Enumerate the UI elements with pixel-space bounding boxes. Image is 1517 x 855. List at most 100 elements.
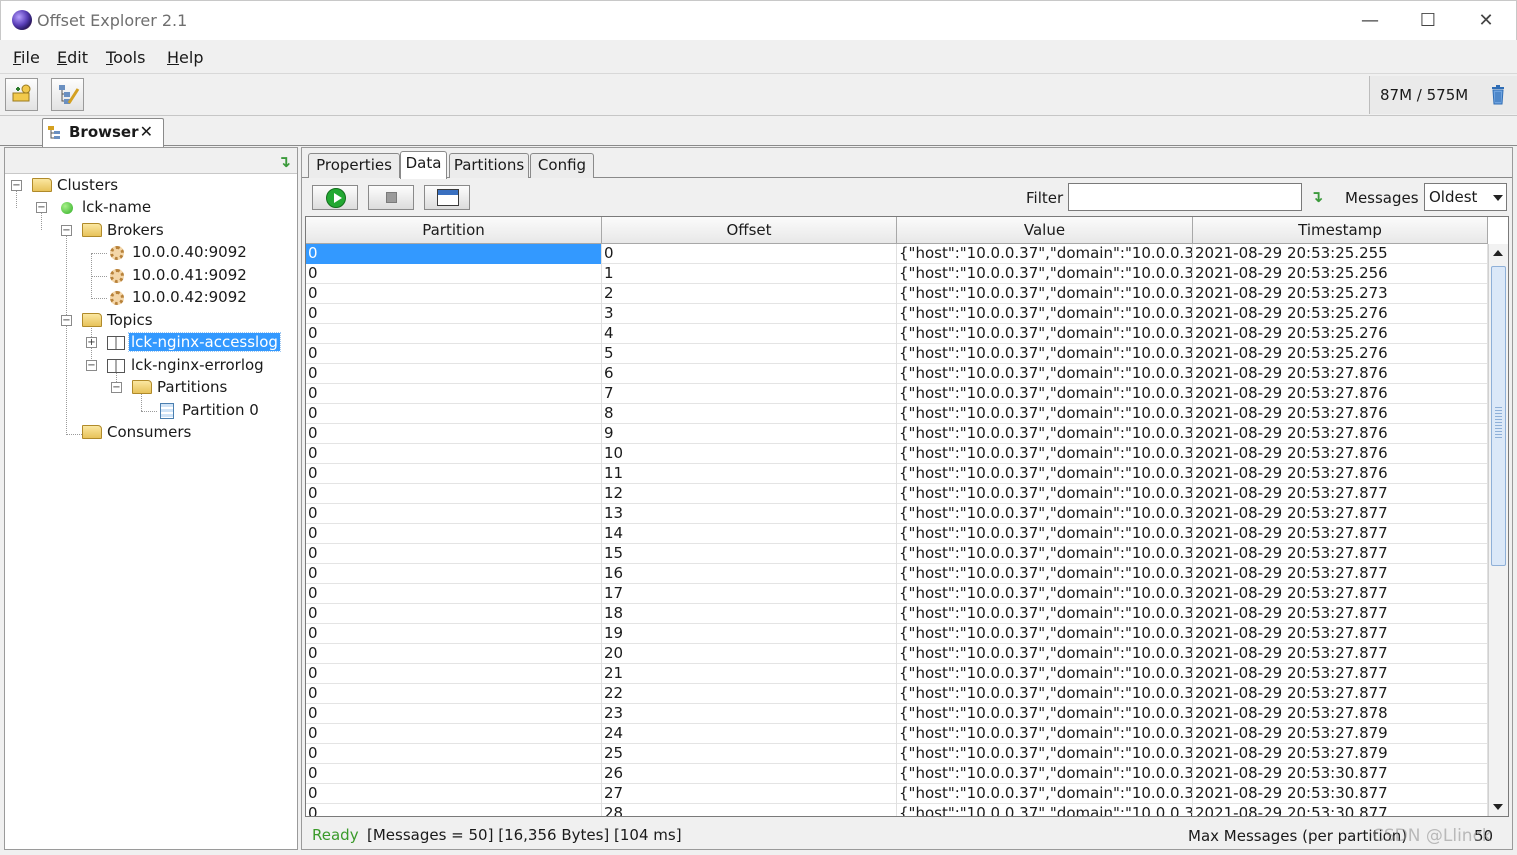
column-header-timestamp[interactable]: Timestamp [1193, 217, 1488, 244]
add-cluster-button[interactable] [5, 78, 38, 111]
tree-node-partition-0[interactable]: Partition 0 [5, 400, 295, 422]
filter-label: Filter [1026, 189, 1064, 207]
cell-partition: 0 [306, 744, 602, 764]
collapse-icon[interactable]: − [61, 225, 72, 236]
tree-node-broker[interactable]: 10.0.0.41:9092 [5, 265, 295, 287]
refresh-arrow-icon[interactable]: ↴ [278, 152, 291, 171]
messages-select[interactable]: Oldest [1424, 183, 1507, 211]
table-row[interactable]: 0 1 {"host":"10.0.0.37","domain":"10.0.0.3… [306, 264, 1488, 284]
tree-node-topic-accesslog[interactable]: + lck-nginx-accesslog [5, 332, 295, 354]
title-bar: Offset Explorer 2.1 — ☐ ✕ [0, 0, 1517, 40]
table-row[interactable]: 0 9 {"host":"10.0.0.37","domain":"10.0.0.3… [306, 424, 1488, 444]
minimize-button[interactable]: — [1347, 5, 1393, 37]
cell-partition: 0 [306, 544, 602, 564]
table-row[interactable]: 0 16 {"host":"10.0.0.37","domain":"10.0.0.… [306, 564, 1488, 584]
table-row[interactable]: 0 22 {"host":"10.0.0.37","domain":"10.0.0.… [306, 684, 1488, 704]
tab-properties[interactable]: Properties [308, 153, 400, 178]
column-header-offset[interactable]: Offset [602, 217, 897, 244]
tab-browser[interactable]: Browser ✕ [42, 118, 164, 147]
status-bar: Ready [Messages = 50] [16,356 Bytes] [10… [302, 820, 1512, 850]
apply-filter-arrow-icon[interactable]: ↴ [1310, 187, 1323, 206]
tree-node-brokers[interactable]: − Brokers [5, 220, 295, 242]
cell-offset: 6 [602, 364, 897, 384]
table-row[interactable]: 0 2 {"host":"10.0.0.37","domain":"10.0.0.3… [306, 284, 1488, 304]
menu-help[interactable]: Help [167, 48, 203, 67]
tree-node-consumers[interactable]: Consumers [5, 422, 295, 444]
table-row[interactable]: 0 11 {"host":"10.0.0.37","domain":"10.0.0.… [306, 464, 1488, 484]
tree-node-clusters[interactable]: − Clusters [5, 175, 295, 197]
trash-icon[interactable] [1491, 85, 1505, 105]
tab-partitions[interactable]: Partitions [449, 153, 529, 178]
tab-data[interactable]: Data [400, 151, 447, 179]
collapse-icon[interactable]: − [11, 180, 22, 191]
menu-help-label: elp [179, 48, 204, 67]
table-row[interactable]: 0 19 {"host":"10.0.0.37","domain":"10.0.0.… [306, 624, 1488, 644]
tree-node-broker[interactable]: 10.0.0.40:9092 [5, 242, 295, 264]
menu-tools[interactable]: Tools [106, 48, 145, 67]
tree-label: lck-nginx-errorlog [131, 356, 264, 374]
window-icon [437, 189, 459, 206]
table-row[interactable]: 0 14 {"host":"10.0.0.37","domain":"10.0.0.… [306, 524, 1488, 544]
menu-edit[interactable]: Edit [57, 48, 88, 67]
stop-button[interactable] [368, 185, 414, 210]
table-row[interactable]: 0 27 {"host":"10.0.0.37","domain":"10.0.0.… [306, 784, 1488, 804]
tree-node-partitions[interactable]: − Partitions [5, 377, 295, 399]
table-row[interactable]: 0 0 {"host":"10.0.0.37","domain":"10.0.0.3… [306, 244, 1488, 264]
cell-value: {"host":"10.0.0.37","domain":"10.0.0.37"… [899, 404, 1193, 424]
scrollbar-thumb[interactable] [1491, 266, 1506, 566]
cell-offset: 1 [602, 264, 897, 284]
cell-timestamp: 2021-08-29 20:53:27.877 [1193, 484, 1488, 504]
table-row[interactable]: 0 17 {"host":"10.0.0.37","domain":"10.0.0.… [306, 584, 1488, 604]
tab-browser-close-icon[interactable]: ✕ [140, 122, 153, 141]
table-row[interactable]: 0 15 {"host":"10.0.0.37","domain":"10.0.0.… [306, 544, 1488, 564]
column-header-value[interactable]: Value [897, 217, 1193, 244]
table-row[interactable]: 0 24 {"host":"10.0.0.37","domain":"10.0.0.… [306, 724, 1488, 744]
folder-icon [82, 223, 102, 237]
table-row[interactable]: 0 4 {"host":"10.0.0.37","domain":"10.0.0.3… [306, 324, 1488, 344]
table-row[interactable]: 0 5 {"host":"10.0.0.37","domain":"10.0.0.3… [306, 344, 1488, 364]
retrieve-button[interactable] [312, 185, 358, 210]
cell-partition: 0 [306, 464, 602, 484]
scroll-up-icon[interactable] [1491, 246, 1506, 261]
maximize-button[interactable]: ☐ [1405, 5, 1451, 37]
expand-icon[interactable]: + [86, 337, 97, 348]
cell-offset: 26 [602, 764, 897, 784]
column-header-partition[interactable]: Partition [306, 217, 602, 244]
table-row[interactable]: 0 3 {"host":"10.0.0.37","domain":"10.0.0.3… [306, 304, 1488, 324]
close-button[interactable]: ✕ [1463, 5, 1509, 37]
edit-tree-button[interactable] [51, 78, 84, 111]
tree-node-broker[interactable]: 10.0.0.42:9092 [5, 287, 295, 309]
table-row[interactable]: 0 6 {"host":"10.0.0.37","domain":"10.0.0.3… [306, 364, 1488, 384]
collapse-icon[interactable]: − [61, 315, 72, 326]
view-message-button[interactable] [424, 185, 470, 210]
collapse-icon[interactable]: − [36, 202, 47, 213]
tree-label: Partition 0 [182, 401, 259, 419]
cell-timestamp: 2021-08-29 20:53:25.276 [1193, 324, 1488, 344]
table-row[interactable]: 0 28 {"host":"10.0.0.37","domain":"10.0.0.… [306, 804, 1488, 816]
tree-node-topics[interactable]: − Topics [5, 310, 295, 332]
table-row[interactable]: 0 18 {"host":"10.0.0.37","domain":"10.0.0.… [306, 604, 1488, 624]
cell-timestamp: 2021-08-29 20:53:27.877 [1193, 544, 1488, 564]
menu-file[interactable]: File [13, 48, 40, 67]
cell-value: {"host":"10.0.0.37","domain":"10.0.0.37"… [899, 284, 1193, 304]
table-row[interactable]: 0 13 {"host":"10.0.0.37","domain":"10.0.0.… [306, 504, 1488, 524]
table-row[interactable]: 0 8 {"host":"10.0.0.37","domain":"10.0.0.3… [306, 404, 1488, 424]
tree-node-cluster[interactable]: − lck-name [5, 197, 295, 219]
table-row[interactable]: 0 21 {"host":"10.0.0.37","domain":"10.0.0.… [306, 664, 1488, 684]
table-row[interactable]: 0 23 {"host":"10.0.0.37","domain":"10.0.0.… [306, 704, 1488, 724]
collapse-icon[interactable]: − [111, 382, 122, 393]
table-scrollbar[interactable] [1488, 244, 1508, 816]
collapse-icon[interactable]: − [86, 360, 97, 371]
table-row[interactable]: 0 26 {"host":"10.0.0.37","domain":"10.0.0.… [306, 764, 1488, 784]
table-row[interactable]: 0 25 {"host":"10.0.0.37","domain":"10.0.0.… [306, 744, 1488, 764]
cell-timestamp: 2021-08-29 20:53:27.876 [1193, 364, 1488, 384]
table-row[interactable]: 0 20 {"host":"10.0.0.37","domain":"10.0.0.… [306, 644, 1488, 664]
tab-config[interactable]: Config [530, 153, 594, 178]
table-row[interactable]: 0 10 {"host":"10.0.0.37","domain":"10.0.0.… [306, 444, 1488, 464]
table-row[interactable]: 0 12 {"host":"10.0.0.37","domain":"10.0.0.… [306, 484, 1488, 504]
filter-input[interactable] [1068, 183, 1302, 211]
scroll-down-icon[interactable] [1491, 799, 1506, 814]
tree-node-topic-errorlog[interactable]: − lck-nginx-errorlog [5, 355, 295, 377]
cell-partition: 0 [306, 364, 602, 384]
table-row[interactable]: 0 7 {"host":"10.0.0.37","domain":"10.0.0.3… [306, 384, 1488, 404]
